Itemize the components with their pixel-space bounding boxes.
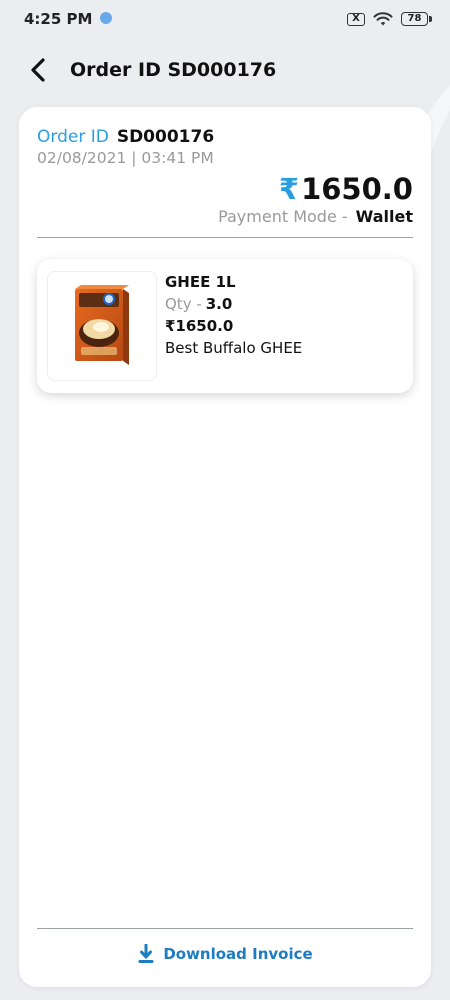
item-description: Best Buffalo GHEE bbox=[165, 339, 303, 357]
currency-symbol: ₹ bbox=[278, 172, 300, 206]
download-icon bbox=[138, 944, 154, 963]
status-icons: X 78 bbox=[347, 11, 432, 27]
bottom-divider bbox=[37, 928, 413, 929]
status-bar: 4:25 PM X 78 bbox=[0, 0, 450, 38]
back-button[interactable] bbox=[22, 53, 56, 87]
order-card: Order ID SD000176 02/08/2021 | 03:41 PM … bbox=[19, 107, 431, 987]
order-id-label: Order ID bbox=[37, 127, 109, 147]
battery-nub bbox=[429, 16, 432, 22]
order-id-value: SD000176 bbox=[116, 127, 215, 147]
order-total-value: 1650.0 bbox=[301, 172, 413, 206]
payment-mode-label: Payment Mode - bbox=[218, 207, 348, 226]
item-qty: Qty -3.0 bbox=[165, 293, 302, 315]
item-qty-value: 3.0 bbox=[205, 295, 233, 313]
back-arrow-icon bbox=[31, 58, 45, 82]
item-name: GHEE 1L bbox=[165, 273, 236, 291]
app-header: Order ID SD000176 bbox=[0, 40, 450, 100]
battery-level: 78 bbox=[401, 12, 428, 26]
item-details: GHEE 1L Qty -3.0 ₹1650.0 Best Buffalo GH… bbox=[165, 271, 302, 359]
ghee-box-image bbox=[75, 285, 129, 365]
battery-icon: 78 bbox=[401, 12, 432, 26]
status-time: 4:25 PM bbox=[24, 10, 93, 28]
sim-x-icon-text: X bbox=[352, 13, 360, 24]
download-invoice-label: Download Invoice bbox=[163, 945, 313, 963]
payment-mode-row: Payment Mode - Wallet bbox=[218, 207, 413, 226]
item-qty-label: Qty - bbox=[165, 295, 202, 313]
order-datetime: 02/08/2021 | 03:41 PM bbox=[37, 149, 214, 167]
sim-x-icon: X bbox=[347, 12, 365, 26]
divider bbox=[37, 237, 413, 238]
order-item-card[interactable]: GHEE 1L Qty -3.0 ₹1650.0 Best Buffalo GH… bbox=[37, 259, 413, 393]
product-image bbox=[47, 271, 157, 381]
notification-drop-icon bbox=[100, 12, 113, 24]
payment-mode-value: Wallet bbox=[355, 207, 413, 226]
download-invoice-button[interactable]: Download Invoice bbox=[19, 939, 431, 969]
order-total: ₹1650.0 bbox=[279, 172, 413, 206]
order-id-row: Order ID SD000176 bbox=[37, 127, 214, 147]
page-title: Order ID SD000176 bbox=[70, 59, 277, 81]
wifi-icon bbox=[373, 12, 393, 26]
item-price: ₹1650.0 bbox=[165, 317, 234, 335]
